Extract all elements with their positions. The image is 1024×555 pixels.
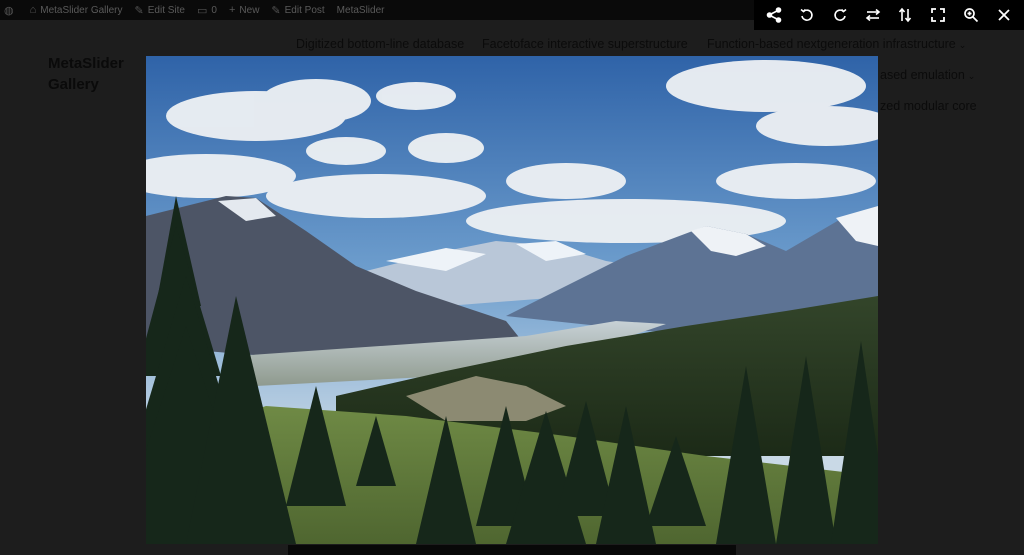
flip-horizontal-icon: [865, 8, 880, 22]
nav-item-facetoface[interactable]: Facetoface interactive superstructure: [482, 37, 688, 51]
flip-vertical-icon: [899, 7, 912, 23]
admin-bar-new[interactable]: + New: [229, 4, 259, 16]
zoom-in-icon: [964, 8, 978, 23]
chevron-down-icon: ⌄: [958, 40, 967, 50]
nav-item-label: Digitized bottom-line database: [296, 37, 465, 51]
nav-item-label: Facetoface interactive superstructure: [482, 37, 688, 51]
comment-icon: ▭: [197, 4, 208, 17]
nav-item-label: Function-based nextgeneration infrastruc…: [707, 37, 956, 51]
admin-bar-edit-site-label: Edit Site: [147, 4, 185, 16]
close-button[interactable]: [990, 1, 1018, 29]
admin-bar-site-name-label: MetaSlider Gallery: [40, 4, 123, 16]
rotate-left-icon: [800, 8, 813, 21]
plus-icon: +: [228, 4, 236, 16]
mountain-landscape-image: [146, 56, 878, 544]
wordpress-logo-icon[interactable]: ◍: [4, 4, 18, 17]
brush-icon: ✎: [134, 4, 144, 17]
lightbox-image[interactable]: [146, 56, 878, 544]
lightbox-toolbar: [754, 0, 1024, 30]
admin-bar-comments[interactable]: ▭ 0: [197, 4, 217, 17]
admin-bar-edit-post-label: Edit Post: [284, 4, 325, 16]
rotate-right-icon: [834, 8, 847, 21]
admin-bar-edit-post[interactable]: ✎ Edit Post: [271, 4, 324, 17]
fullscreen-icon: [931, 8, 946, 22]
nav-item-digitized[interactable]: Digitized bottom-line database: [296, 37, 464, 51]
thumbnail-strip: [288, 545, 736, 555]
share-button[interactable]: [760, 1, 788, 29]
admin-bar-plugin-label: MetaSlider: [336, 4, 385, 16]
admin-bar-plugin[interactable]: MetaSlider: [337, 5, 385, 16]
rotate-left-button[interactable]: [793, 1, 821, 29]
chevron-down-icon: ⌄: [967, 71, 976, 81]
nav-item-label: ased emulation: [880, 68, 965, 82]
rotate-right-button[interactable]: [826, 1, 854, 29]
admin-bar-site-name[interactable]: ⌂ MetaSlider Gallery: [30, 4, 123, 16]
flip-horizontal-button[interactable]: [859, 1, 887, 29]
share-icon: [767, 7, 782, 23]
home-icon: ⌂: [29, 4, 37, 16]
fullscreen-button[interactable]: [924, 1, 952, 29]
admin-bar-comments-count: 0: [211, 4, 217, 16]
zoom-in-button[interactable]: [957, 1, 985, 29]
admin-bar-edit-site[interactable]: ✎ Edit Site: [135, 4, 185, 17]
nav-item-modular-core[interactable]: zed modular core: [880, 99, 977, 113]
nav-item-emulation[interactable]: ased emulation ⌄: [880, 68, 975, 82]
nav-item-function-based[interactable]: Function-based nextgeneration infrastruc…: [707, 37, 966, 51]
close-icon: [997, 9, 1010, 21]
nav-item-label: zed modular core: [880, 99, 977, 113]
pencil-icon: ✎: [271, 4, 281, 17]
admin-bar-new-label: New: [239, 4, 260, 16]
flip-vertical-button[interactable]: [891, 1, 919, 29]
site-title[interactable]: MetaSlider Gallery: [48, 53, 158, 95]
